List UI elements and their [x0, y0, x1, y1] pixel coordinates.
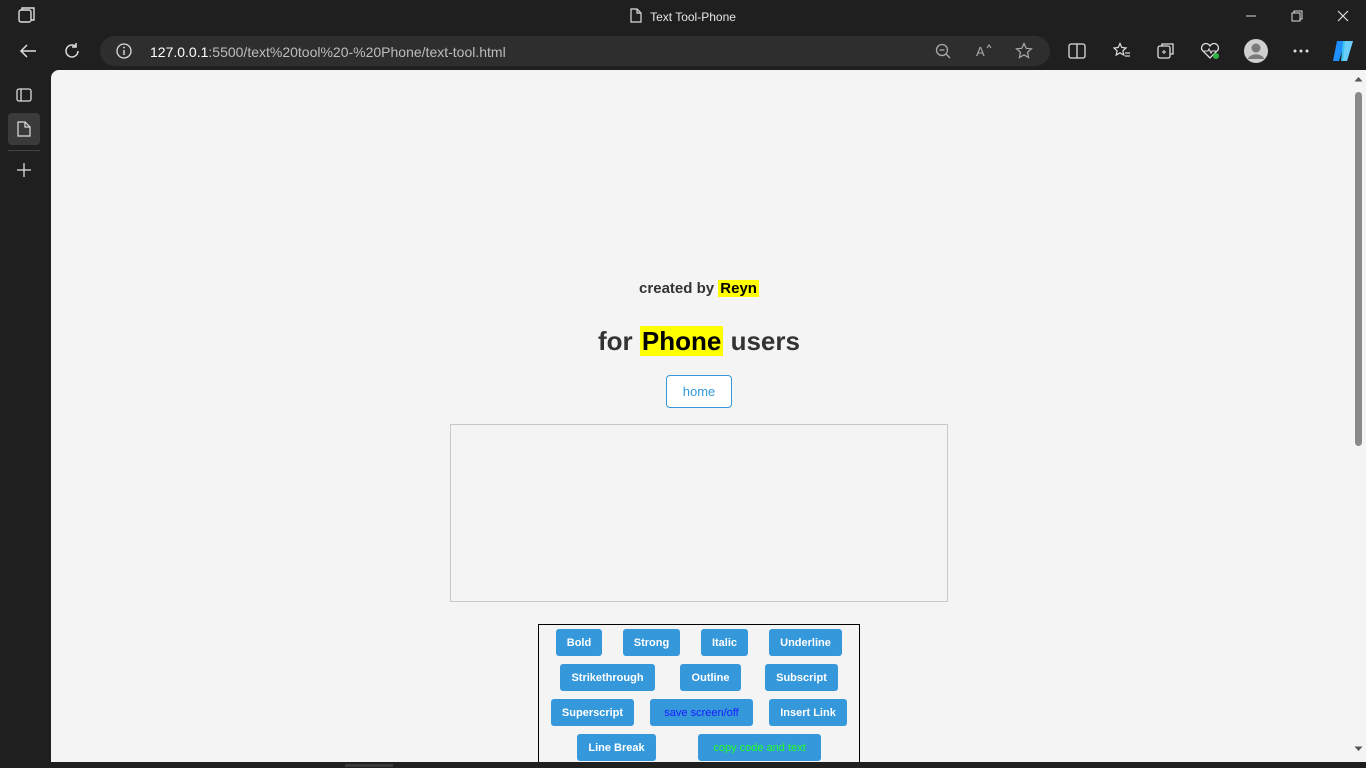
sidebar-divider: [8, 150, 40, 151]
scrollbar-thumb[interactable]: [1355, 92, 1362, 446]
browser-essentials-icon[interactable]: [1194, 37, 1226, 65]
scroll-down-arrow-icon[interactable]: [1354, 746, 1363, 752]
window-title-text: Text Tool-Phone: [650, 10, 736, 24]
refresh-icon[interactable]: [56, 37, 88, 65]
svg-text:A: A: [976, 44, 985, 59]
url-host: 127.0.0.1: [150, 44, 209, 60]
read-aloud-icon[interactable]: A: [976, 43, 994, 64]
split-screen-icon[interactable]: [1061, 37, 1093, 65]
copy-code-and-text-button[interactable]: copy code and text: [698, 734, 821, 761]
superscript-button[interactable]: Superscript: [551, 699, 634, 726]
italic-button[interactable]: Italic: [701, 629, 748, 656]
heading-prefix: for: [598, 326, 633, 356]
page-scrollbar[interactable]: [1351, 70, 1366, 762]
new-tab-plus-icon[interactable]: [8, 154, 40, 186]
page-heading: for Phone users: [51, 326, 1347, 357]
favorite-star-icon[interactable]: [1015, 42, 1033, 65]
close-window-button[interactable]: [1320, 0, 1366, 32]
strikethrough-button[interactable]: Strikethrough: [560, 664, 655, 691]
bottom-edge: [0, 762, 1366, 768]
underline-button[interactable]: Underline: [769, 629, 842, 656]
collections-icon[interactable]: [1150, 37, 1182, 65]
address-bar[interactable]: 127.0.0.1:5500/text%20tool%20-%20Phone/t…: [100, 36, 1050, 66]
save-screen-toggle-button[interactable]: save screen/off: [650, 699, 753, 726]
author-name: Reyn: [718, 280, 759, 297]
window-titlebar: Text Tool-Phone: [0, 0, 1366, 32]
site-info-icon[interactable]: [116, 43, 132, 64]
vertical-tabs-sidebar: [0, 70, 51, 768]
page-document-icon: [630, 8, 642, 26]
insert-link-button[interactable]: Insert Link: [769, 699, 847, 726]
heading-highlight: Phone: [639, 326, 724, 356]
heading-suffix: users: [730, 326, 800, 356]
subscript-button[interactable]: Subscript: [765, 664, 838, 691]
favorites-icon[interactable]: [1106, 37, 1138, 65]
tab-actions-icon[interactable]: [8, 79, 40, 111]
created-by-label: created by: [639, 280, 715, 297]
minimize-button[interactable]: [1228, 0, 1274, 32]
bottom-indicator: [345, 764, 393, 767]
home-button[interactable]: home: [666, 375, 732, 408]
line-break-button[interactable]: Line Break: [577, 734, 656, 761]
copilot-icon[interactable]: [1327, 37, 1359, 65]
created-by-line: created by Reyn: [51, 280, 1347, 297]
strong-button[interactable]: Strong: [623, 629, 680, 656]
formatting-toolbar: Bold Strong Italic Underline Strikethrou…: [538, 624, 860, 762]
text-editor-area[interactable]: [450, 424, 948, 602]
page-viewport: created by Reyn for Phone users home Bol…: [51, 70, 1366, 762]
restore-button[interactable]: [1274, 0, 1320, 32]
back-icon[interactable]: [12, 37, 44, 65]
page-tab-icon: [17, 121, 31, 137]
more-options-icon[interactable]: [1285, 37, 1317, 65]
profile-avatar-icon[interactable]: [1240, 37, 1272, 65]
url-path: :5500/text%20tool%20-%20Phone/text-tool.…: [208, 44, 506, 60]
browser-toolbar: 127.0.0.1:5500/text%20tool%20-%20Phone/t…: [0, 32, 1366, 70]
bold-button[interactable]: Bold: [556, 629, 602, 656]
url-text[interactable]: 127.0.0.1:5500/text%20tool%20-%20Phone/t…: [150, 44, 506, 60]
outline-button[interactable]: Outline: [680, 664, 741, 691]
tab-text-tool-phone[interactable]: [8, 113, 40, 145]
window-title: Text Tool-Phone: [0, 8, 1366, 26]
scroll-up-arrow-icon[interactable]: [1354, 76, 1363, 82]
zoom-out-icon[interactable]: [935, 43, 951, 64]
